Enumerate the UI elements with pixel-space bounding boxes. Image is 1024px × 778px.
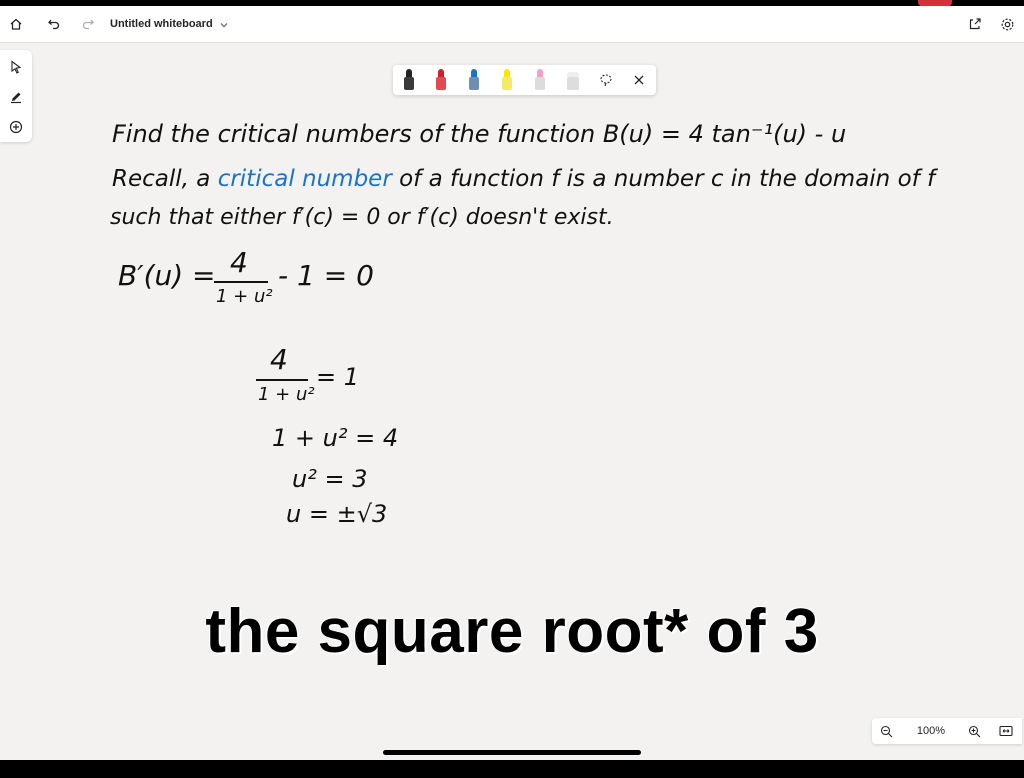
redo-icon[interactable]: [73, 6, 103, 42]
problem-statement: Find the critical numbers of the functio…: [112, 120, 847, 148]
select-arrow-icon[interactable]: [4, 55, 28, 79]
share-icon[interactable]: [960, 6, 990, 42]
chevron-down-icon: [219, 15, 229, 34]
zoom-out-icon[interactable]: [876, 721, 896, 741]
pen-red[interactable]: [434, 69, 448, 91]
eq2-fraction-bar: [256, 379, 308, 381]
lasso-icon[interactable]: [597, 71, 615, 89]
eraser[interactable]: [566, 69, 580, 91]
eq2-numerator: 4: [270, 343, 288, 376]
zoom-in-icon[interactable]: [964, 721, 984, 741]
zoom-controls: 100%: [872, 718, 1022, 744]
whiteboard-title: Untitled whiteboard: [110, 18, 213, 30]
pen-blue[interactable]: [467, 69, 481, 91]
video-caption: the square root* of 3: [205, 597, 819, 666]
eq1-denominator: 1 + u²: [216, 286, 273, 307]
critical-number-term: critical number: [217, 166, 392, 192]
undo-icon[interactable]: [39, 6, 69, 42]
eq1-left: B′(u) =: [118, 259, 216, 292]
recall-line: Recall, a critical number of a function …: [112, 166, 935, 192]
eq5: u = ±√3: [286, 500, 388, 528]
eq4: u² = 3: [292, 465, 368, 493]
eq2-right: = 1: [316, 363, 360, 391]
eq2-denominator: 1 + u²: [258, 384, 315, 405]
recall-text-end: of a function f is a number c in the dom…: [391, 166, 936, 192]
highlighter-yellow[interactable]: [500, 69, 514, 91]
pen-black[interactable]: [402, 69, 416, 91]
settings-icon[interactable]: [992, 6, 1022, 42]
eq1-numerator: 4: [230, 246, 248, 279]
eq1-right: - 1 = 0: [278, 259, 374, 292]
add-icon[interactable]: [4, 115, 28, 139]
pen-icon[interactable]: [4, 85, 28, 109]
definition-line: such that either f′(c) = 0 or f′(c) does…: [110, 205, 614, 230]
ink-toolbar: [393, 65, 656, 95]
highlighter-pink[interactable]: [533, 69, 547, 91]
eq3: 1 + u² = 4: [272, 424, 399, 452]
zoom-level[interactable]: 100%: [912, 718, 950, 744]
close-icon[interactable]: [630, 71, 648, 89]
top-toolbar: Untitled whiteboard: [0, 6, 1024, 43]
eq1-fraction-bar: [214, 281, 268, 283]
fit-to-screen-icon[interactable]: [996, 721, 1016, 741]
screen-bottom-frame: [0, 760, 1024, 778]
left-tool-rail: [0, 50, 32, 142]
home-indicator[interactable]: [383, 750, 641, 755]
home-icon[interactable]: [1, 6, 31, 42]
whiteboard-title-dropdown[interactable]: Untitled whiteboard: [110, 6, 229, 42]
recall-text-start: Recall, a: [112, 166, 218, 192]
